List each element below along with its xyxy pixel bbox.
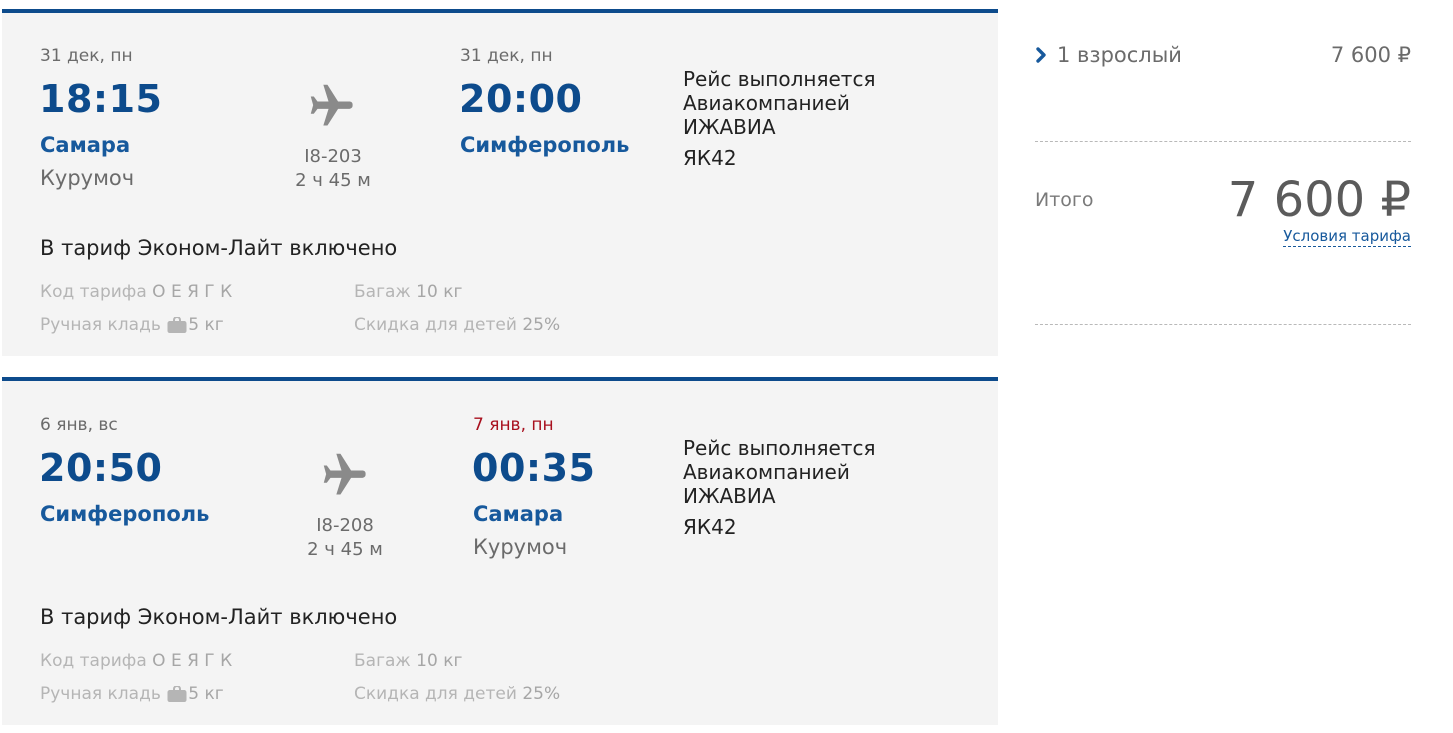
child-discount-value: 25% (522, 684, 561, 704)
departure-city: Симферополь (40, 502, 210, 526)
passengers-label: 1 взрослый (1057, 43, 1182, 67)
arrival-city: Симферополь (460, 133, 630, 157)
hand-luggage-value: 5 кг (188, 315, 224, 335)
fare-code-label: Код тарифа (40, 282, 147, 302)
chevron-right-icon (1036, 47, 1046, 63)
baggage: Багаж 10 кг (354, 282, 462, 302)
carrier-name: ИЖАВИА (683, 484, 776, 508)
airplane-icon (310, 84, 353, 126)
arrival-date-next-day: 7 янв, пн (473, 415, 554, 435)
baggage: Багаж 10 кг (354, 651, 462, 671)
flight-duration: 2 ч 45 м (307, 539, 383, 560)
hand-luggage-label: Ручная кладь (40, 684, 161, 704)
passengers-toggle[interactable]: 1 взрослый 7 600 ₽ (1035, 43, 1411, 73)
fare-code: Код тарифа О Е Я Г К (40, 651, 232, 671)
fare-code-value: О Е Я Г К (152, 651, 233, 671)
child-discount: Скидка для детей 25% (354, 684, 560, 704)
total-label: Итого (1035, 189, 1094, 211)
arrival-time: 00:35 (472, 446, 596, 490)
child-discount-label: Скидка для детей (354, 684, 517, 704)
departure-city: Самара (40, 133, 131, 157)
bag-icon (167, 317, 187, 333)
child-discount-label: Скидка для детей (354, 315, 517, 335)
departure-date: 31 дек, пн (40, 46, 133, 66)
carrier-name: ИЖАВИА (683, 115, 776, 139)
departure-time: 18:15 (39, 77, 163, 121)
fare-code: Код тарифа О Е Я Г К (40, 282, 232, 302)
baggage-label: Багаж (354, 651, 411, 671)
hand-luggage-value: 5 кг (188, 684, 224, 704)
passengers-price: 7 600 ₽ (1330, 43, 1411, 67)
arrival-city: Самара (473, 502, 564, 526)
baggage-value: 10 кг (416, 282, 463, 302)
airplane-icon (323, 453, 366, 495)
hand-luggage-label: Ручная кладь (40, 315, 161, 335)
departure-airport: Курумоч (40, 166, 135, 190)
carrier-line-2: Авиакомпанией (683, 91, 850, 115)
divider (1035, 141, 1411, 142)
fare-conditions-link[interactable]: Условия тарифа (1283, 227, 1411, 247)
carrier-line-1: Рейс выполняется (683, 436, 876, 460)
bag-icon (167, 686, 187, 702)
carrier-line-2: Авиакомпанией (683, 460, 850, 484)
flight-duration: 2 ч 45 м (295, 170, 371, 191)
divider (1035, 324, 1411, 325)
aircraft-type: ЯК42 (683, 515, 737, 539)
flight-card-return: 6 янв, вс 20:50 Симферополь I8-208 2 ч 4… (2, 377, 998, 725)
flight-card-outbound: 31 дек, пн 18:15 Самара Курумоч I8-203 2… (2, 9, 998, 356)
hand-luggage: Ручная кладь 5 кг (40, 684, 224, 704)
arrival-airport: Курумоч (473, 535, 568, 559)
tariff-title: В тариф Эконом-Лайт включено (40, 605, 398, 629)
departure-date: 6 янв, вс (40, 415, 118, 435)
hand-luggage: Ручная кладь 5 кг (40, 315, 224, 335)
fare-code-value: О Е Я Г К (152, 282, 233, 302)
fare-code-label: Код тарифа (40, 651, 147, 671)
baggage-value: 10 кг (416, 651, 463, 671)
carrier-line-1: Рейс выполняется (683, 67, 876, 91)
flight-number: I8-203 (304, 146, 362, 167)
arrival-date: 31 дек, пн (460, 46, 553, 66)
aircraft-type: ЯК42 (683, 146, 737, 170)
departure-time: 20:50 (39, 446, 163, 490)
child-discount-value: 25% (522, 315, 561, 335)
arrival-time: 20:00 (459, 77, 583, 121)
tariff-title: В тариф Эконом-Лайт включено (40, 236, 398, 260)
flight-number: I8-208 (316, 515, 374, 536)
baggage-label: Багаж (354, 282, 411, 302)
total-price: 7 600 ₽ (1227, 172, 1411, 228)
child-discount: Скидка для детей 25% (354, 315, 560, 335)
